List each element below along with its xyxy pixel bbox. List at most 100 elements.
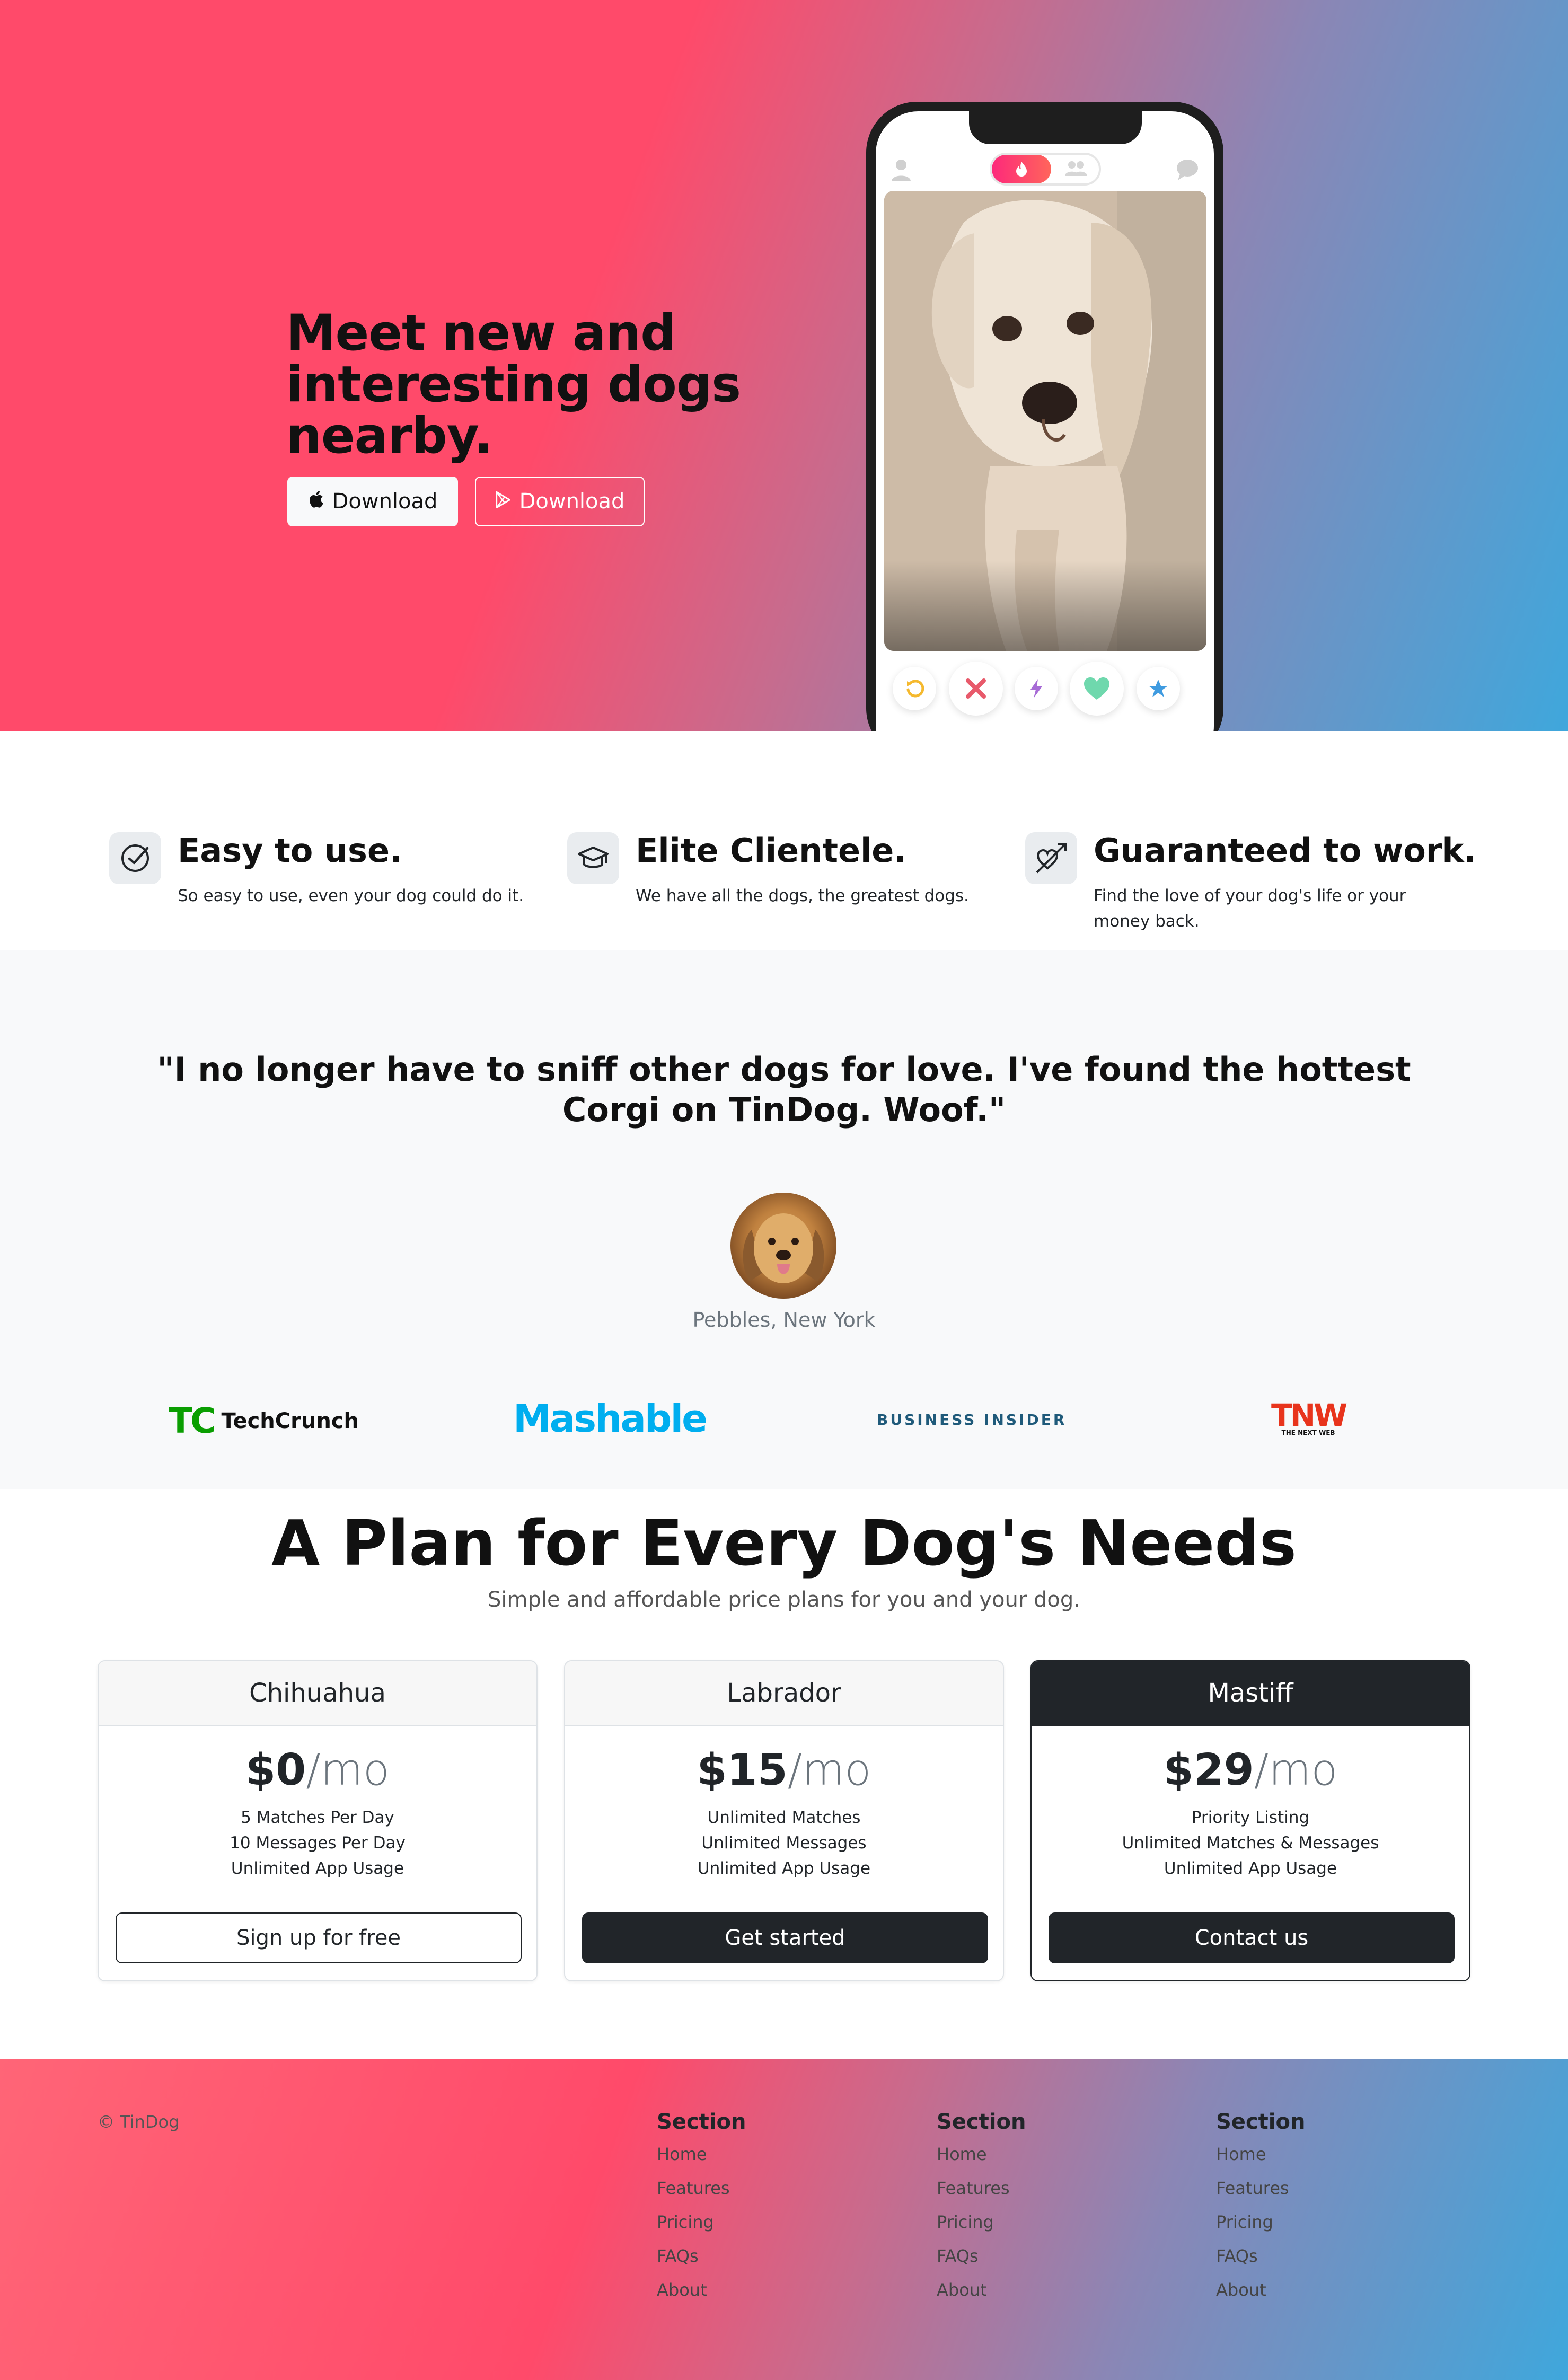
footer-link-faqs[interactable]: FAQs <box>1216 2246 1305 2280</box>
footer-link-home[interactable]: Home <box>657 2145 746 2179</box>
tnw-tagline: THE NEXT WEB <box>1281 1429 1335 1436</box>
plan-card-mastiff: Mastiff $29/mo Priority Listing Unlimite… <box>1030 1660 1470 1981</box>
swipe-actions <box>886 659 1204 718</box>
business-insider-wordmark: BUSINESS INSIDER <box>877 1411 1067 1429</box>
plan-price-value: $29 <box>1163 1745 1254 1795</box>
feature-title-elite: Elite Clientele. <box>636 831 906 870</box>
plan-price: $29/mo <box>1032 1745 1469 1795</box>
footer-link-faqs[interactable]: FAQs <box>657 2246 746 2280</box>
plan-feature: Unlimited App Usage <box>231 1859 404 1878</box>
pricing-subtitle: Simple and affordable price plans for yo… <box>488 1588 1080 1612</box>
heart-arrow-icon <box>1025 832 1077 884</box>
plan-feature: Unlimited App Usage <box>697 1859 871 1878</box>
techcrunch-mark: TC <box>169 1400 216 1441</box>
app-store-download-label: Download <box>332 489 438 514</box>
press-logo-techcrunch: TC TechCrunch <box>169 1400 359 1441</box>
press-logo-tnw: TNW THE NEXT WEB <box>1271 1397 1347 1436</box>
feature-text-guaranteed: Find the love of your dog's life or your… <box>1094 886 1406 931</box>
plan-feature: Unlimited Messages <box>701 1834 867 1853</box>
boost-button[interactable] <box>1015 667 1058 710</box>
google-play-download-label: Download <box>519 489 625 514</box>
plan-price: $15/mo <box>565 1745 1003 1795</box>
footer-link-pricing[interactable]: Pricing <box>937 2212 1026 2246</box>
plan-price-period: /mo <box>1254 1745 1338 1795</box>
social-icon <box>1064 160 1088 180</box>
footer-heading: Section <box>657 2110 746 2134</box>
heart-icon <box>1084 677 1109 700</box>
plan-feature: Unlimited App Usage <box>1164 1859 1337 1878</box>
get-started-button[interactable]: Get started <box>582 1912 988 1963</box>
mortarboard-icon <box>567 832 619 884</box>
contact-us-button[interactable]: Contact us <box>1049 1912 1455 1963</box>
footer-link-home[interactable]: Home <box>937 2145 1026 2179</box>
footer-heading: Section <box>1216 2110 1306 2134</box>
phone-mockup <box>866 102 1223 731</box>
plan-features: Unlimited Matches Unlimited Messages Unl… <box>565 1805 1003 1881</box>
plan-features: Priority Listing Unlimited Matches & Mes… <box>1032 1805 1469 1881</box>
plan-feature: 5 Matches Per Day <box>241 1808 394 1827</box>
footer-link-features[interactable]: Features <box>657 2179 746 2212</box>
testimonial-quote: "I no longer have to sniff other dogs fo… <box>157 1050 1411 1129</box>
footer-column: Section Home Features Pricing FAQs About <box>937 2110 1026 2314</box>
plan-feature: Priority Listing <box>1191 1808 1310 1827</box>
press-logo-business-insider: BUSINESS INSIDER <box>877 1411 1067 1429</box>
play-store-icon <box>495 489 511 514</box>
plan-price-value: $0 <box>245 1745 306 1795</box>
phone-notch <box>969 111 1142 144</box>
footer-link-home[interactable]: Home <box>1216 2145 1305 2179</box>
features-section: Easy to use. So easy to use, even your d… <box>0 731 1568 950</box>
sign-up-free-button[interactable]: Sign up for free <box>116 1912 522 1963</box>
plan-price-value: $15 <box>697 1745 788 1795</box>
google-play-download-button[interactable]: Download <box>475 477 645 526</box>
feature-title-easy: Easy to use. <box>178 831 402 870</box>
messages-icon <box>1176 158 1201 187</box>
footer-link-pricing[interactable]: Pricing <box>657 2212 746 2246</box>
rewind-icon <box>906 680 924 698</box>
photo-shade <box>884 561 1206 651</box>
testimonial-author: Pebbles, New York <box>692 1308 876 1332</box>
footer-link-about[interactable]: About <box>657 2280 746 2314</box>
flame-icon <box>992 155 1051 183</box>
profile-icon <box>891 158 912 187</box>
nope-button[interactable] <box>949 662 1003 716</box>
feature-title-guaranteed: Guaranteed to work. <box>1094 831 1477 870</box>
feature-text-easy: So easy to use, even your dog could do i… <box>178 886 524 905</box>
avatar <box>730 1193 836 1299</box>
footer: © TinDog Section Home Features Pricing F… <box>0 2059 1568 2380</box>
footer-column: Section Home Features Pricing FAQs About <box>1216 2110 1305 2314</box>
phone-screen <box>876 111 1214 731</box>
press-logo-mashable: Mashable <box>513 1396 708 1441</box>
footer-link-pricing[interactable]: Pricing <box>1216 2212 1305 2246</box>
star-icon <box>1149 680 1168 697</box>
plan-features: 5 Matches Per Day 10 Messages Per Day Un… <box>99 1805 536 1881</box>
feature-text-elite: We have all the dogs, the greatest dogs. <box>636 886 969 905</box>
rewind-button[interactable] <box>893 667 936 710</box>
footer-column: Section Home Features Pricing FAQs About <box>657 2110 746 2314</box>
circle-check-icon <box>109 832 161 884</box>
footer-link-features[interactable]: Features <box>1216 2179 1305 2212</box>
footer-link-faqs[interactable]: FAQs <box>937 2246 1026 2280</box>
lightning-icon <box>1030 679 1042 698</box>
footer-link-features[interactable]: Features <box>937 2179 1026 2212</box>
super-like-button[interactable] <box>1137 667 1180 710</box>
hero-section: Meet new and interesting dogs nearby. Do… <box>0 0 1568 731</box>
plan-name: Labrador <box>565 1661 1003 1726</box>
close-icon <box>966 678 986 699</box>
testimonial-section: "I no longer have to sniff other dogs fo… <box>0 950 1568 1489</box>
plan-name: Mastiff <box>1032 1661 1469 1726</box>
tnw-wordmark: TNW <box>1271 1397 1347 1433</box>
discover-toggle[interactable] <box>990 153 1101 186</box>
footer-heading: Section <box>937 2110 1026 2134</box>
apple-icon <box>308 489 324 514</box>
mashable-wordmark: Mashable <box>513 1396 708 1441</box>
techcrunch-wordmark: TechCrunch <box>221 1408 359 1433</box>
dog-profile-photo <box>884 191 1206 651</box>
like-button[interactable] <box>1070 662 1124 716</box>
copyright: © TinDog <box>98 2112 180 2132</box>
app-store-download-button[interactable]: Download <box>287 477 458 526</box>
pricing-title: A Plan for Every Dog's Needs <box>271 1506 1297 1580</box>
plan-feature: Unlimited Matches <box>707 1808 861 1827</box>
footer-link-about[interactable]: About <box>1216 2280 1305 2314</box>
footer-link-about[interactable]: About <box>937 2280 1026 2314</box>
plan-price-period: /mo <box>306 1745 390 1795</box>
